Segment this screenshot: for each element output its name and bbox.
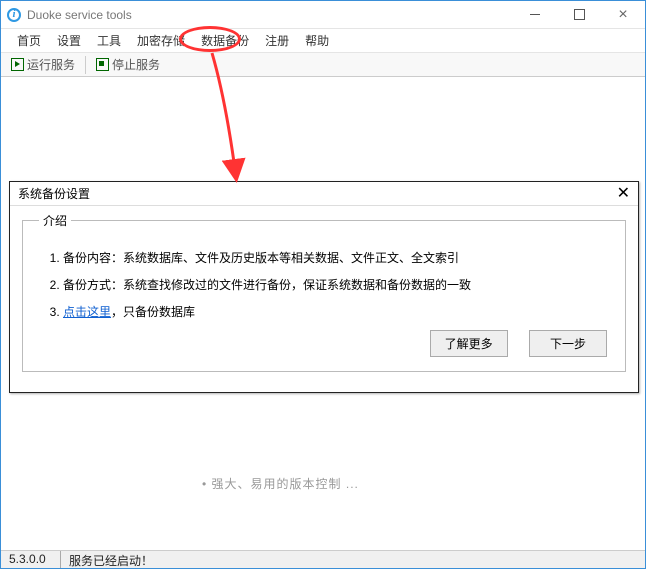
stop-icon — [96, 58, 109, 71]
intro-item-method: 备份方式：系统查找修改过的文件进行备份，保证系统数据和备份数据的一致 — [63, 276, 609, 293]
intro-legend: 介绍 — [39, 212, 71, 229]
intro-list: 备份内容：系统数据库、文件及历史版本等相关数据、文件正文、全文索引 备份方式：系… — [39, 249, 609, 320]
window-close-button[interactable]: × — [601, 1, 645, 29]
dialog-title-text: 系统备份设置 — [18, 185, 90, 202]
toolbar-start-service[interactable]: 运行服务 — [7, 56, 79, 73]
maximize-button[interactable] — [557, 1, 601, 29]
dialog-body: 介绍 备份内容：系统数据库、文件及历史版本等相关数据、文件正文、全文索引 备份方… — [10, 206, 638, 382]
play-icon — [11, 58, 24, 71]
menu-data-backup[interactable]: 数据备份 — [193, 29, 257, 53]
window-controls: × — [513, 1, 645, 28]
toolbar: 运行服务 停止服务 — [1, 53, 645, 77]
menu-register[interactable]: 注册 — [257, 29, 297, 53]
backup-settings-dialog: 系统备份设置 ✕ 介绍 备份内容：系统数据库、文件及历史版本等相关数据、文件正文… — [9, 181, 639, 393]
status-bar: 5.3.0.0 服务已经启动！ — [1, 550, 645, 568]
app-info-icon: i — [7, 8, 21, 22]
status-version: 5.3.0.0 — [1, 551, 61, 568]
backup-db-only-link[interactable]: 点击这里 — [63, 305, 111, 319]
menu-help[interactable]: 帮助 — [297, 29, 337, 53]
status-message: 服务已经启动！ — [61, 551, 645, 568]
dialog-close-button[interactable]: ✕ — [617, 186, 630, 202]
background-hint-text: • 强大、易用的版本控制 ... — [202, 475, 359, 492]
menu-bar: 首页 设置 工具 加密存储 数据备份 注册 帮助 — [1, 29, 645, 53]
toolbar-stop-label: 停止服务 — [112, 56, 160, 73]
intro-item-link-rest: ，只备份数据库 — [111, 305, 195, 319]
toolbar-separator — [85, 56, 86, 74]
learn-more-button[interactable]: 了解更多 — [430, 330, 508, 357]
menu-home[interactable]: 首页 — [9, 29, 49, 53]
main-window: i Duoke service tools × 首页 设置 工具 加密存储 数据… — [0, 0, 646, 569]
toolbar-stop-service[interactable]: 停止服务 — [92, 56, 164, 73]
intro-fieldset: 介绍 备份内容：系统数据库、文件及历史版本等相关数据、文件正文、全文索引 备份方… — [22, 212, 626, 372]
toolbar-start-label: 运行服务 — [27, 56, 75, 73]
intro-item-content: 备份内容：系统数据库、文件及历史版本等相关数据、文件正文、全文索引 — [63, 249, 609, 266]
menu-tools[interactable]: 工具 — [89, 29, 129, 53]
dialog-button-row: 了解更多 下一步 — [39, 330, 609, 357]
window-title: Duoke service tools — [27, 8, 513, 22]
next-step-button[interactable]: 下一步 — [529, 330, 607, 357]
minimize-button[interactable] — [513, 1, 557, 29]
title-bar: i Duoke service tools × — [1, 1, 645, 29]
dialog-title-bar: 系统备份设置 ✕ — [10, 182, 638, 206]
menu-encrypt-storage[interactable]: 加密存储 — [129, 29, 193, 53]
menu-settings[interactable]: 设置 — [49, 29, 89, 53]
intro-item-link-row: 点击这里，只备份数据库 — [63, 303, 609, 320]
